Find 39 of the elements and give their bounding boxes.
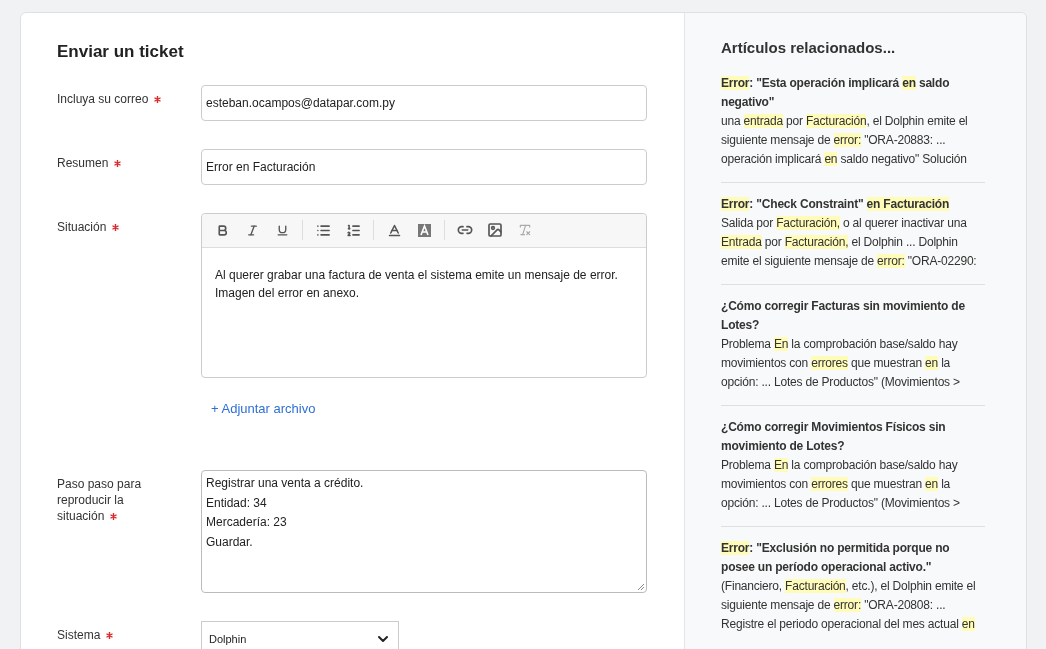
attach-file-link[interactable]: + Adjuntar archivo bbox=[211, 398, 647, 418]
system-dropdown[interactable]: Dolphin bbox=[201, 621, 399, 649]
article-snippet: Salida por Facturación, o al querer inactivar una Entrada por Facturación, el Dolphin ... Dolphin emite el siguiente mensaje de error: "ORA-02290: bbox=[721, 214, 978, 270]
text-area[interactable]: Registrar una venta a crédito. Entidad: 34 Mercadería: 23 Guardar. bbox=[201, 470, 647, 593]
article-title: ¿Cómo corregir Facturas sin movimiento de Lotes? bbox=[721, 297, 966, 334]
background-color-icon bbox=[417, 223, 431, 237]
panel-title: Artículos relacionados... bbox=[721, 38, 897, 58]
text-color-icon bbox=[386, 222, 402, 238]
article-title: Error: "Exclusión no permitida porque no posee un período operacional activo." bbox=[721, 539, 951, 576]
field-label: Resumen bbox=[57, 155, 122, 170]
numbered-list-icon bbox=[345, 222, 361, 238]
required-icon bbox=[114, 159, 122, 167]
editor-text: Al querer grabar una factura de venta el sistema emite un mensaje de error. Imagen del error en anexo. bbox=[214, 266, 619, 302]
bulleted-list-icon bbox=[315, 222, 331, 238]
clear-format-icon bbox=[518, 223, 532, 237]
article-snippet: (Financiero, Facturación, etc.), el Dolphin emite el siguiente mensaje de error: "ORA-20808: ... Registre el periodo operacional del mes actual en bbox=[721, 577, 977, 633]
required-icon bbox=[112, 223, 120, 231]
image-icon bbox=[487, 222, 503, 238]
field-label: Incluya su correo bbox=[57, 91, 162, 106]
required-icon bbox=[154, 95, 162, 103]
required-icon bbox=[110, 513, 118, 521]
form-title: Enviar un ticket bbox=[57, 41, 185, 63]
article-title: Error: "Check Constraint" en Facturación bbox=[721, 195, 951, 213]
underline-icon bbox=[275, 223, 289, 237]
article-snippet: una entrada por Facturación, el Dolphin emite el siguiente mensaje de error: "ORA-20883: ... operación implicará en saldo negativo" Solución bbox=[721, 112, 969, 168]
rich-text-editor[interactable]: Al querer grabar una factura de venta el sistema emite un mensaje de error. Imagen del error en anexo. bbox=[201, 212, 647, 378]
field-label: Situación bbox=[57, 219, 120, 234]
text-field[interactable]: esteban.ocampos@datapar.com.py bbox=[201, 84, 647, 121]
italic-icon bbox=[245, 223, 259, 237]
resize-handle-icon[interactable] bbox=[637, 583, 645, 591]
article-title: Error: "Esta operación implicará en saldo negativo" bbox=[721, 74, 951, 111]
field-label: Sistema bbox=[57, 628, 114, 642]
text-field[interactable]: Error en Facturación bbox=[201, 148, 647, 185]
article-title: ¿Cómo corregir Movimientos Físicos sin movimiento de Lotes? bbox=[721, 418, 947, 455]
article-snippet: Problema En la comprobación base/saldo hay movimientos con errores que muestran en la opción: ... Lotes de Productos" (Movimientos > bbox=[721, 456, 961, 512]
article-snippet: Problema En la comprobación base/saldo hay movimientos con errores que muestran en la opción: ... Lotes de Productos" (Movimientos > bbox=[721, 335, 961, 391]
bold-icon bbox=[215, 223, 229, 237]
field-label: Paso paso para reproducir la situación bbox=[57, 477, 142, 523]
required-icon bbox=[106, 632, 114, 640]
